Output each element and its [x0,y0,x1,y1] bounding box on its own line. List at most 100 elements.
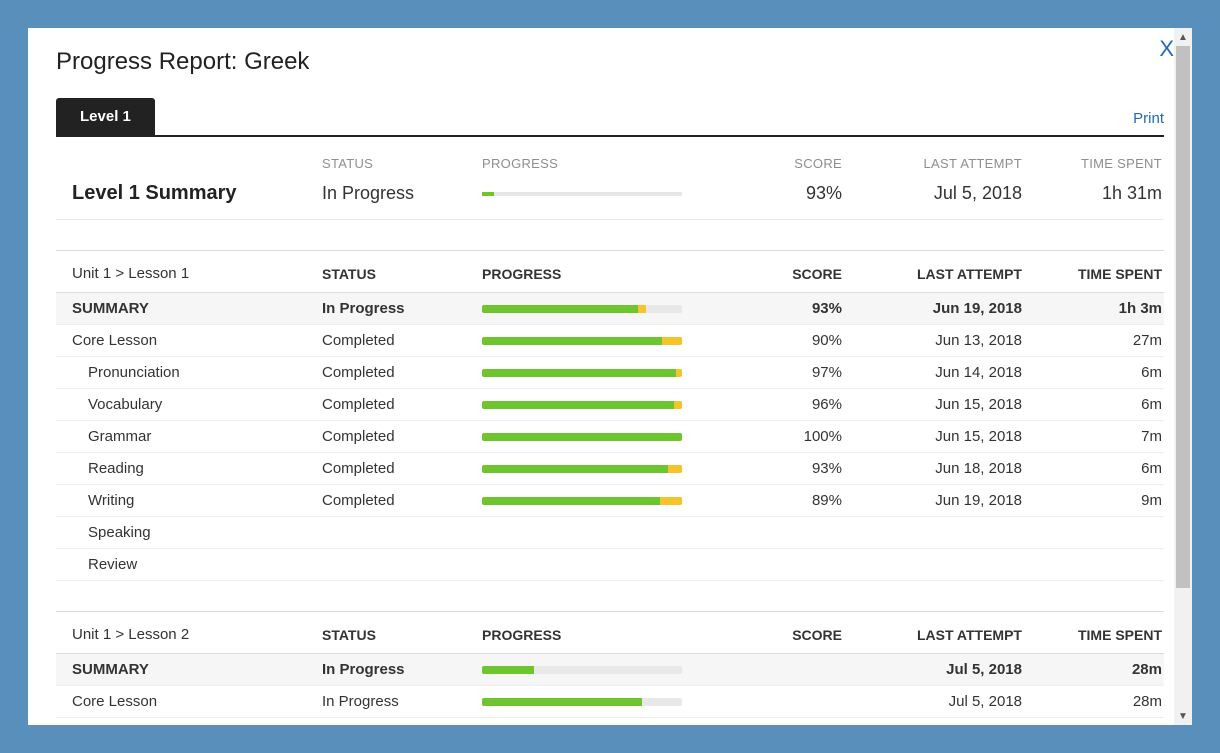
row-label: Core Lesson [72,332,322,349]
summary-title: Level 1 Summary [72,182,322,205]
report-content: Progress Report: Greek Level 1 Print STA… [28,28,1192,725]
progress-bar [482,433,682,441]
table-row: Pronunciation Completed 97% Jun 14, 2018… [56,357,1164,389]
row-status: Completed [322,428,482,445]
row-score: 93% [702,460,842,477]
progress-bar [482,369,682,377]
col-header-last-attempt: LAST ATTEMPT [842,156,1022,171]
row-progress [482,497,702,505]
scroll-down-button[interactable]: ▼ [1174,707,1192,725]
report-panel: X Progress Report: Greek Level 1 Print S… [28,28,1192,725]
row-label: Review [72,556,322,573]
row-last-attempt: Jun 14, 2018 [842,364,1022,381]
summary-progress [482,190,702,196]
col-header-status: STATUS [322,266,482,282]
progress-bar [482,337,682,345]
col-header-score: SCORE [702,156,842,171]
row-score: 96% [702,396,842,413]
col-header-time-spent: TIME SPENT [1022,156,1162,171]
row-status: Completed [322,492,482,509]
row-label: Reading [72,460,322,477]
scroll-thumb[interactable] [1176,46,1190,588]
row-time-spent: 27m [1022,332,1162,349]
table-row: Pronunciation [56,718,1164,725]
row-last-attempt: Jun 15, 2018 [842,396,1022,413]
col-header-status: STATUS [322,627,482,643]
col-header-time-spent: TIME SPENT [1022,627,1162,643]
row-label: Writing [72,492,322,509]
row-time-spent: 9m [1022,492,1162,509]
row-progress [482,369,702,377]
row-time-spent: 6m [1022,364,1162,381]
row-progress [482,401,702,409]
row-score: 93% [702,300,842,317]
print-link[interactable]: Print [1133,110,1164,135]
table-row: Speaking [56,517,1164,549]
col-header-progress: PROGRESS [482,266,702,282]
table-row: Grammar Completed 100% Jun 15, 2018 7m [56,421,1164,453]
table-row: Vocabulary Completed 96% Jun 15, 2018 6m [56,389,1164,421]
col-header-time-spent: TIME SPENT [1022,266,1162,282]
scroll-up-button[interactable]: ▲ [1174,28,1192,46]
tab-level-1[interactable]: Level 1 [56,98,155,135]
row-progress [482,465,702,473]
table-row: Core Lesson Completed 90% Jun 13, 2018 2… [56,325,1164,357]
row-last-attempt: Jun 13, 2018 [842,332,1022,349]
row-score: 97% [702,364,842,381]
row-progress [482,305,702,313]
row-label: SUMMARY [72,661,322,678]
row-label: Core Lesson [72,693,322,710]
row-score: 100% [702,428,842,445]
table-row: Core Lesson In Progress Jul 5, 2018 28m [56,686,1164,718]
lesson-summary-row: SUMMARY In Progress 93% Jun 19, 2018 1h … [56,293,1164,325]
row-label: Vocabulary [72,396,322,413]
tab-bar: Level 1 Print [56,98,1164,137]
table-row: Review [56,549,1164,581]
row-score: 90% [702,332,842,349]
row-progress [482,666,702,674]
progress-bar [482,497,682,505]
close-button[interactable]: X [1159,36,1174,62]
row-label: SUMMARY [72,300,322,317]
summary-status: In Progress [322,183,482,204]
row-label: Speaking [72,524,322,541]
summary-time-spent: 1h 31m [1022,183,1162,204]
row-last-attempt: Jun 19, 2018 [842,300,1022,317]
col-header-last-attempt: LAST ATTEMPT [842,627,1022,643]
row-time-spent: 1h 3m [1022,300,1162,317]
row-time-spent: 28m [1022,693,1162,710]
row-progress [482,337,702,345]
row-progress [482,698,702,706]
lesson-summary-row: SUMMARY In Progress Jul 5, 2018 28m [56,654,1164,686]
row-score: 89% [702,492,842,509]
row-status: Completed [322,364,482,381]
row-status: In Progress [322,693,482,710]
row-time-spent: 28m [1022,661,1162,678]
table-row: Reading Completed 93% Jun 18, 2018 6m [56,453,1164,485]
lesson-breadcrumb: Unit 1 > Lesson 1 [72,265,322,282]
row-time-spent: 6m [1022,460,1162,477]
row-status: Completed [322,460,482,477]
progress-bar [482,465,682,473]
col-header-progress: PROGRESS [482,156,702,171]
summary-score: 93% [702,183,842,204]
lesson-breadcrumb: Unit 1 > Lesson 2 [72,626,322,643]
scroll-track[interactable] [1174,46,1192,707]
table-row: Writing Completed 89% Jun 19, 2018 9m [56,485,1164,517]
row-last-attempt: Jul 5, 2018 [842,661,1022,678]
row-progress [482,433,702,441]
row-status: Completed [322,396,482,413]
progress-bar [482,305,682,313]
progress-bar [482,666,682,674]
col-header-score: SCORE [702,266,842,282]
row-label: Grammar [72,428,322,445]
row-last-attempt: Jun 19, 2018 [842,492,1022,509]
summary-progress-bar [482,192,682,196]
lesson-header: Unit 1 > Lesson 2 STATUS PROGRESS SCORE … [56,611,1164,654]
row-last-attempt: Jun 18, 2018 [842,460,1022,477]
row-status: In Progress [322,661,482,678]
page-title: Progress Report: Greek [56,48,1164,76]
row-label: Pronunciation [72,364,322,381]
scrollbar[interactable]: ▲ ▼ [1174,28,1192,725]
progress-bar [482,698,682,706]
